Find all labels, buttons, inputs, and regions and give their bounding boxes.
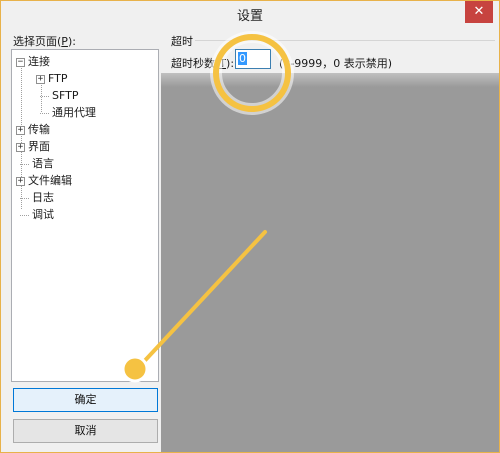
expand-icon[interactable]: + <box>16 125 25 135</box>
obscured-region <box>161 73 499 452</box>
expand-icon[interactable]: + <box>36 74 45 84</box>
ok-button[interactable]: 确定 <box>13 388 158 412</box>
tree-item-proxy[interactable]: 通用代理 <box>40 104 96 121</box>
tree-item-log[interactable]: 日志 <box>20 189 54 206</box>
select-page-label: 选择页面(P): <box>13 35 76 48</box>
expand-icon[interactable]: + <box>16 176 25 186</box>
expand-icon[interactable]: + <box>16 142 25 152</box>
title-bar: 设置 ✕ <box>1 1 499 27</box>
close-icon: ✕ <box>473 4 485 19</box>
page-tree[interactable]: − 连接 + FTP SFTP 通用代理 + 传输 + 界面 语言 + 文件编辑 日志 调… <box>11 49 159 382</box>
dialog-title: 设置 <box>236 9 263 24</box>
tree-item-transfer[interactable]: + 传输 <box>16 121 50 138</box>
timeout-seconds-label: 超时秒数(T): <box>171 57 235 70</box>
obscured-region-edge <box>161 73 499 87</box>
tree-item-ftp[interactable]: + FTP <box>36 70 68 87</box>
tree-item-debug[interactable]: 调试 <box>20 206 54 223</box>
close-button[interactable]: ✕ <box>465 1 493 23</box>
collapse-icon[interactable]: − <box>16 57 25 67</box>
tree-item-language[interactable]: 语言 <box>20 155 54 172</box>
section-divider <box>195 40 495 41</box>
tree-item-interface[interactable]: + 界面 <box>16 138 50 155</box>
settings-dialog: 设置 ✕ 选择页面(P): − 连接 + FTP SFTP 通用代理 + 传输 + 界面… <box>0 0 500 453</box>
timeout-hint: (0-9999，0 表示禁用) <box>279 57 393 70</box>
tree-item-sftp[interactable]: SFTP <box>40 87 78 104</box>
cancel-button[interactable]: 取消 <box>13 419 158 443</box>
timeout-seconds-input[interactable]: 0 <box>235 49 271 69</box>
timeout-section-title: 超时 <box>171 35 193 48</box>
tree-item-connection[interactable]: − 连接 <box>16 53 50 70</box>
tree-item-file-editing[interactable]: + 文件编辑 <box>16 172 72 189</box>
